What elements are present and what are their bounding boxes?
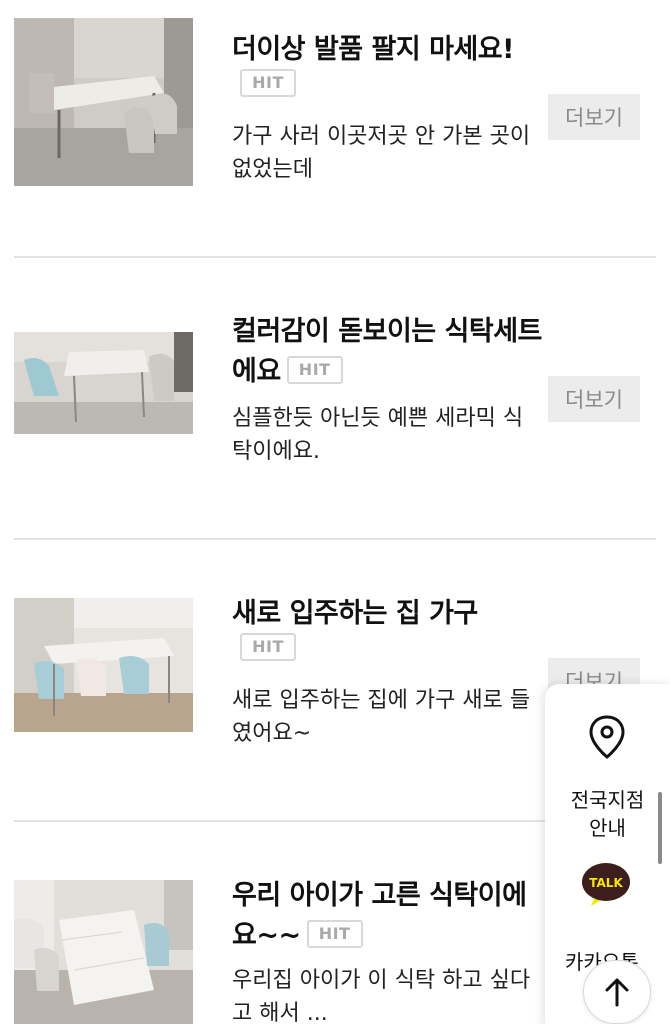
arrow-up-icon [605,978,629,1007]
review-thumbnail[interactable] [14,880,193,1024]
review-card[interactable]: 더이상 발품 팔지 마세요! HIT 더보기 가구 사러 이곳저곳 안 가본 곳이… [0,0,670,282]
review-card[interactable]: 컬러감이 돋보이는 식탁세트에요 HIT 더보기 심플한듯 아닌듯 예쁜 세라믹 … [0,282,670,564]
hit-badge: HIT [240,633,296,661]
review-description: 우리집 아이가 이 식탁 하고 싶다고 해서 ... [232,968,531,1024]
divider [14,256,656,258]
store-locator-label[interactable]: 전국지점 안내 [545,786,670,842]
review-title[interactable]: 새로 입주하는 집 가구 HIT [232,594,547,664]
review-thumbnail[interactable] [14,18,193,186]
hit-badge: HIT [306,919,363,948]
kakao-badge: TALK [589,876,623,890]
review-description: 심플한듯 아닌듯 예쁜 세라믹 식탁이에요. [232,406,524,464]
kakaotalk-icon[interactable]: TALK [581,862,631,908]
review-thumbnail[interactable] [14,332,193,434]
scrollbar[interactable] [658,792,662,864]
review-title[interactable]: 더이상 발품 팔지 마세요! HIT [232,30,547,100]
hit-badge: HIT [240,69,296,97]
hit-badge: HIT [286,355,343,384]
divider [14,538,656,540]
review-list-page: 더이상 발품 팔지 마세요! HIT 더보기 가구 사러 이곳저곳 안 가본 곳이… [0,0,670,1024]
location-pin-icon[interactable] [587,714,627,760]
review-description: 새로 입주하는 집에 가구 새로 들였어요~ [232,688,531,746]
more-button[interactable]: 더보기 [548,94,640,140]
scroll-to-top-button[interactable] [583,960,651,1024]
review-title[interactable]: 컬러감이 돋보이는 식탁세트에요 HIT [232,312,547,392]
more-button[interactable]: 더보기 [548,376,640,422]
review-title[interactable]: 우리 아이가 고른 식탁이에요~~ HIT [232,876,547,956]
review-description: 가구 사러 이곳저곳 안 가본 곳이 없었는데 [232,124,531,182]
review-thumbnail[interactable] [14,598,193,732]
